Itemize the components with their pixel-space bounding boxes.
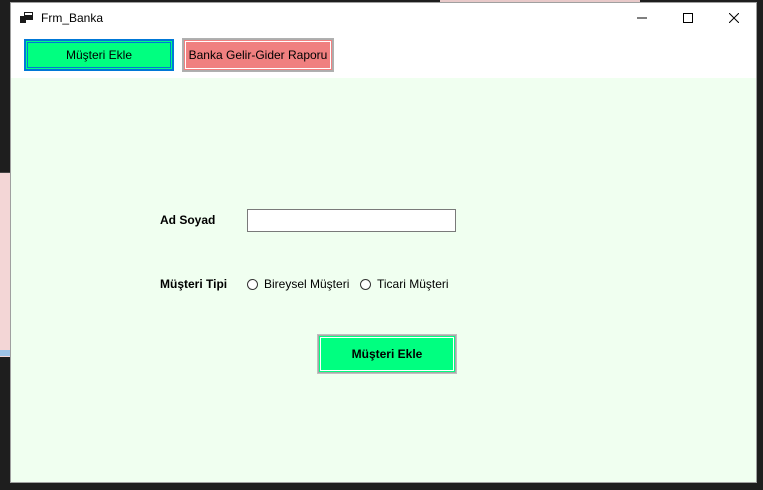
bank-report-tab-button[interactable]: Banka Gelir-Gider Raporu xyxy=(183,39,333,71)
radio-commercial-label: Ticari Müşteri xyxy=(377,277,449,291)
add-customer-button[interactable]: Müşteri Ekle xyxy=(318,335,456,373)
app-window-icon xyxy=(20,12,33,23)
radio-commercial-customer[interactable]: Ticari Müşteri xyxy=(360,277,449,291)
name-input[interactable] xyxy=(247,209,456,232)
maximize-button[interactable] xyxy=(665,3,711,33)
background-window-accent xyxy=(0,350,10,356)
background-window-edge xyxy=(0,172,10,357)
maximize-icon xyxy=(683,13,693,23)
title-bar[interactable]: Frm_Banka xyxy=(11,3,756,33)
name-label: Ad Soyad xyxy=(160,213,216,227)
window-title: Frm_Banka xyxy=(41,11,104,25)
customer-add-tab-button[interactable]: Müşteri Ekle xyxy=(24,39,174,71)
app-window: Frm_Banka Müşteri Ekle Banka Gelir-Gider… xyxy=(10,2,757,483)
close-button[interactable] xyxy=(711,3,757,33)
customer-type-label: Müşteri Tipi xyxy=(160,277,228,291)
minimize-button[interactable] xyxy=(619,3,665,33)
radio-individual-label: Bireysel Müşteri xyxy=(264,277,350,291)
radio-button-icon[interactable] xyxy=(247,278,258,290)
minimize-icon xyxy=(637,17,647,19)
radio-individual-customer[interactable]: Bireysel Müşteri xyxy=(247,277,349,291)
close-icon xyxy=(729,13,739,23)
toolbar: Müşteri Ekle Banka Gelir-Gider Raporu xyxy=(11,33,756,78)
radio-button-icon[interactable] xyxy=(360,278,371,290)
customer-form-panel: Ad Soyad Müşteri Tipi Bireysel Müşteri T… xyxy=(11,78,756,482)
